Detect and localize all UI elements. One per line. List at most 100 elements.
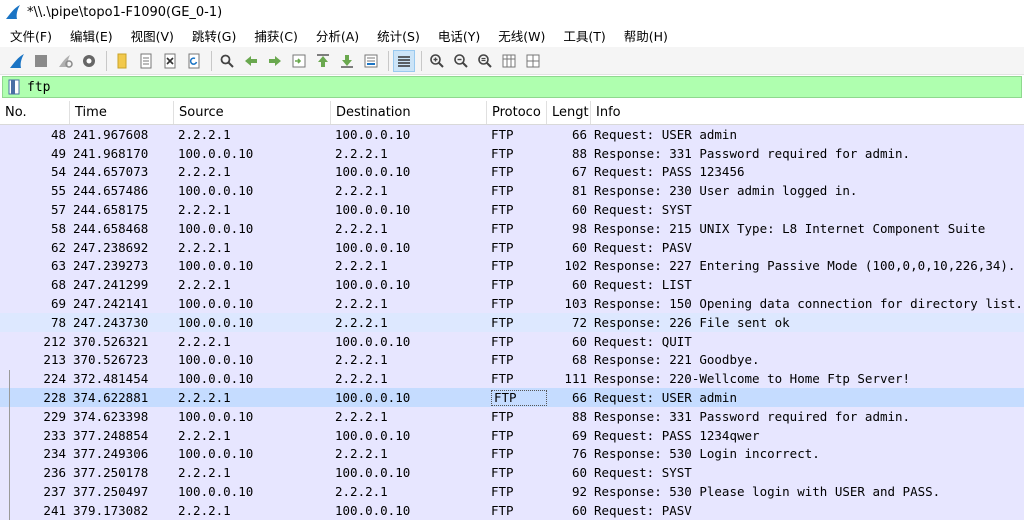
packet-info: Request: PASV: [594, 502, 692, 518]
column-header-time[interactable]: Time: [70, 101, 174, 124]
packet-row[interactable]: 69 247.242141 100.0.0.10 2.2.2.1 FTP 103 Respo…: [0, 294, 1024, 313]
packet-no: 213: [43, 352, 66, 368]
zoom-out-button[interactable]: [450, 50, 472, 72]
zoom-out-icon: [454, 53, 468, 68]
close-file-button[interactable]: [159, 50, 181, 72]
packet-row[interactable]: 58 244.658468 100.0.0.10 2.2.2.1 FTP 98 Respon…: [0, 218, 1024, 238]
packet-time: 244.657073: [73, 164, 149, 180]
packet-row[interactable]: 241 379.173082 2.2.2.1 100.0.0.10 FTP 60 Reque…: [0, 500, 1024, 520]
packet-row[interactable]: 78 247.243730 100.0.0.10 2.2.2.1 FTP 72 Respon…: [0, 312, 1024, 332]
packet-no: 229: [43, 408, 66, 424]
packet-destination: 2.2.2.1: [335, 408, 388, 424]
packet-row[interactable]: 228 374.622881 2.2.2.1 100.0.0.10 FTP 66 Reque…: [0, 388, 1024, 407]
packet-time: 379.173082: [73, 502, 149, 518]
packet-no: 236: [43, 465, 66, 481]
menu-go[interactable]: 跳转(G): [182, 26, 244, 45]
packet-row[interactable]: 48 241.967608 2.2.2.1 100.0.0.10 FTP 66 Reques…: [0, 125, 1024, 144]
stop-capture-button[interactable]: [30, 50, 52, 72]
menu-edit[interactable]: 编辑(E): [60, 26, 121, 45]
restart-capture-button[interactable]: [54, 50, 76, 72]
go-forward-button[interactable]: [264, 50, 286, 72]
display-filter-input[interactable]: [27, 77, 987, 97]
save-file-button[interactable]: [135, 50, 157, 72]
arrow-up-icon: [317, 53, 329, 67]
packet-list: No. Time Source Destination Protoco Leng…: [0, 101, 1024, 520]
packet-row[interactable]: 54 244.657073 2.2.2.1 100.0.0.10 FTP 67 Reques…: [0, 162, 1024, 182]
packet-row[interactable]: 57 244.658175 2.2.2.1 100.0.0.10 FTP 60 Reques…: [0, 200, 1024, 219]
packet-info: Request: LIST: [594, 277, 692, 293]
menu-capture[interactable]: 捕获(C): [244, 26, 305, 45]
go-to-packet-button[interactable]: [288, 50, 310, 72]
column-header-protocol[interactable]: Protoco: [487, 101, 547, 124]
packet-time: 372.481454: [73, 371, 149, 387]
packet-source: 2.2.2.1: [178, 277, 231, 293]
packet-no: 68: [50, 277, 66, 293]
packet-row[interactable]: 63 247.239273 100.0.0.10 2.2.2.1 FTP 102 Respo…: [0, 256, 1024, 276]
packet-time: 247.241299: [73, 277, 149, 293]
menu-view[interactable]: 视图(V): [121, 26, 182, 45]
packet-source: 2.2.2.1: [178, 333, 231, 349]
packet-row[interactable]: 55 244.657486 100.0.0.10 2.2.2.1 FTP 81 Respon…: [0, 181, 1024, 201]
packet-info: Response: 220-Wellcome to Home Ftp Serve…: [594, 371, 911, 387]
main-toolbar: [0, 47, 1024, 75]
menu-telephony[interactable]: 电话(Y): [428, 26, 488, 45]
packet-row[interactable]: 224 372.481454 100.0.0.10 2.2.2.1 FTP 111 Resp…: [0, 369, 1024, 389]
column-header-destination[interactable]: Destination: [331, 101, 487, 124]
arrow-left-icon: [245, 55, 257, 66]
packet-row[interactable]: 68 247.241299 2.2.2.1 100.0.0.10 FTP 60 Reques…: [0, 275, 1024, 295]
packet-no: 58: [50, 220, 66, 236]
packet-row[interactable]: 233 377.248854 2.2.2.1 100.0.0.10 FTP 69 Reque…: [0, 425, 1024, 445]
column-header-length[interactable]: Lengt: [547, 101, 591, 124]
menu-wireless[interactable]: 无线(W): [488, 26, 553, 45]
menu-tools[interactable]: 工具(T): [553, 26, 613, 45]
column-header-no[interactable]: No.: [0, 101, 70, 124]
menu-file[interactable]: 文件(F): [0, 26, 60, 45]
packet-destination: 100.0.0.10: [335, 164, 411, 180]
packet-length: 72: [571, 314, 587, 330]
layout-button[interactable]: [522, 50, 544, 72]
bookmark-icon[interactable]: [7, 79, 21, 95]
packet-protocol: FTP: [491, 333, 514, 349]
menu-statistics[interactable]: 统计(S): [367, 26, 428, 45]
packet-source: 100.0.0.10: [178, 220, 254, 236]
colorize-button[interactable]: [393, 49, 415, 72]
open-file-button[interactable]: [111, 50, 133, 72]
packet-time: 377.248854: [73, 427, 149, 443]
packet-length: 67: [571, 164, 587, 180]
packet-row[interactable]: 236 377.250178 2.2.2.1 100.0.0.10 FTP 60 Reque…: [0, 463, 1024, 483]
packet-no: 233: [43, 427, 66, 443]
find-packet-button[interactable]: [216, 50, 238, 72]
resize-columns-button[interactable]: [498, 50, 520, 72]
packet-time: 244.658468: [73, 220, 149, 236]
reload-file-button[interactable]: [183, 50, 205, 72]
start-capture-button[interactable]: [6, 50, 28, 72]
column-header-info[interactable]: Info: [591, 101, 1024, 124]
packet-time: 377.249306: [73, 446, 149, 462]
packet-destination: 2.2.2.1: [335, 314, 388, 330]
packet-row[interactable]: 229 374.623398 100.0.0.10 2.2.2.1 FTP 88 Respo…: [0, 406, 1024, 426]
packet-row[interactable]: 62 247.238692 2.2.2.1 100.0.0.10 FTP 60 Reques…: [0, 237, 1024, 257]
column-header-source[interactable]: Source: [174, 101, 331, 124]
packet-row[interactable]: 237 377.250497 100.0.0.10 2.2.2.1 FTP 92 Respo…: [0, 482, 1024, 501]
zoom-normal-button[interactable]: [474, 50, 496, 72]
packet-time: 374.623398: [73, 408, 149, 424]
last-packet-button[interactable]: [336, 50, 358, 72]
packet-protocol: FTP: [491, 277, 514, 293]
packet-info: Response: 227 Entering Passive Mode (100…: [594, 258, 1016, 274]
capture-options-button[interactable]: [78, 50, 100, 72]
packet-time: 241.967608: [73, 126, 149, 142]
packet-row[interactable]: 212 370.526321 2.2.2.1 100.0.0.10 FTP 60 Reque…: [0, 331, 1024, 351]
auto-scroll-button[interactable]: [360, 50, 382, 72]
packet-source: 100.0.0.10: [178, 352, 254, 368]
packet-row[interactable]: 213 370.526723 100.0.0.10 2.2.2.1 FTP 68 Respo…: [0, 350, 1024, 370]
packet-row[interactable]: 234 377.249306 100.0.0.10 2.2.2.1 FTP 76 Respo…: [0, 444, 1024, 464]
menu-help[interactable]: 帮助(H): [614, 26, 676, 45]
auto-scroll-icon: [364, 54, 378, 67]
packet-destination: 100.0.0.10: [335, 502, 411, 518]
first-packet-button[interactable]: [312, 50, 334, 72]
menu-analyze[interactable]: 分析(A): [306, 26, 367, 45]
packet-destination: 100.0.0.10: [335, 277, 411, 293]
go-back-button[interactable]: [240, 50, 262, 72]
zoom-in-button[interactable]: [426, 50, 448, 72]
packet-row[interactable]: 49 241.968170 100.0.0.10 2.2.2.1 FTP 88 Respon…: [0, 143, 1024, 163]
